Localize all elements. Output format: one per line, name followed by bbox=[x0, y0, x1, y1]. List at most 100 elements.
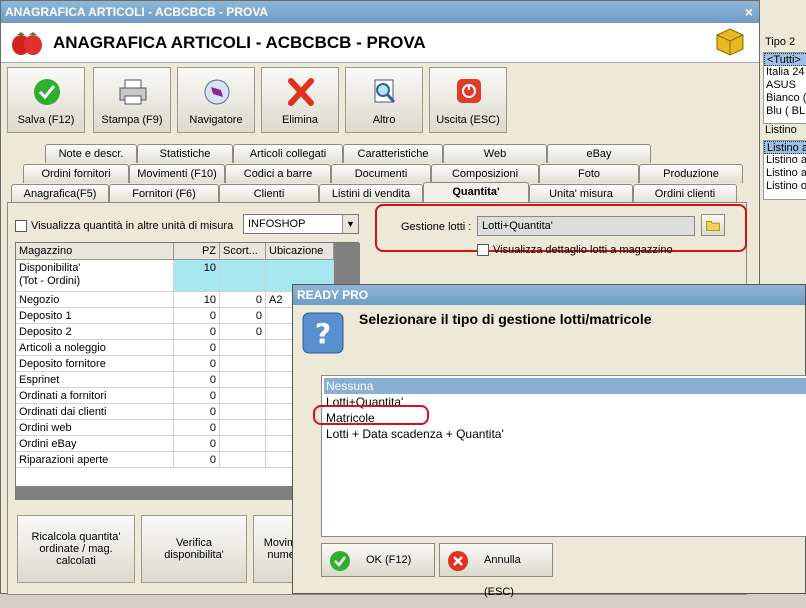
unit-select[interactable]: INFOSHOP ▼ bbox=[243, 214, 359, 234]
tab-web[interactable]: Web bbox=[443, 144, 547, 163]
tab-ordini-clienti[interactable]: Ordini clienti bbox=[633, 184, 737, 203]
strawberry-icon bbox=[12, 32, 42, 55]
window-title: ANAGRAFICA ARTICOLI - ACBCBCB - PROVA bbox=[5, 5, 269, 19]
header-title: ANAGRAFICA ARTICOLI - ACBCBCB - PROVA bbox=[53, 33, 426, 52]
tab-ebay[interactable]: eBay bbox=[547, 144, 651, 163]
tab-fornitori[interactable]: Fornitori (F6) bbox=[109, 184, 219, 203]
cell-scorta: 0 bbox=[220, 292, 266, 308]
tab-ordini-fornitori[interactable]: Ordini fornitori bbox=[23, 164, 129, 183]
tab-statistiche[interactable]: Statistiche bbox=[137, 144, 233, 163]
svg-text:?: ? bbox=[315, 317, 331, 350]
tipo-item[interactable]: Bianco ( bbox=[764, 92, 806, 105]
lotti-detail-checkbox[interactable] bbox=[477, 244, 489, 256]
row-name: Disponibilita' bbox=[19, 262, 81, 274]
cell-scorta bbox=[220, 436, 266, 452]
window-titlebar[interactable]: ANAGRAFICA ARTICOLI - ACBCBCB - PROVA × bbox=[1, 1, 759, 23]
tab-unita-misura[interactable]: Unita' misura bbox=[529, 184, 633, 203]
cancel-icon bbox=[448, 551, 468, 571]
verify-availability-button[interactable]: Verifica disponibilita' bbox=[141, 515, 247, 583]
exit-icon bbox=[457, 79, 481, 103]
form-header: ANAGRAFICA ARTICOLI - ACBCBCB - PROVA bbox=[1, 23, 759, 63]
more-label: Altro bbox=[372, 114, 396, 126]
col-magazzino[interactable]: Magazzino bbox=[16, 243, 174, 260]
option-lotti-scadenza[interactable]: Lotti + Data scadenza + Quantita' bbox=[324, 426, 806, 442]
tab-composizioni[interactable]: Composizioni bbox=[431, 164, 539, 183]
tipo-item[interactable]: ASUS bbox=[764, 79, 806, 92]
cell-magazzino: Deposito 2 bbox=[16, 324, 174, 340]
tab-quantita[interactable]: Quantita' bbox=[423, 182, 529, 203]
delete-x-icon bbox=[288, 78, 314, 106]
cell-pz: 0 bbox=[174, 420, 220, 436]
chevron-down-icon[interactable]: ▼ bbox=[342, 215, 358, 233]
listino-item[interactable]: Listino a bbox=[764, 167, 806, 180]
tab-listini[interactable]: Listini di vendita bbox=[319, 184, 423, 203]
cancel-button[interactable]: Annulla (ESC) bbox=[439, 543, 553, 598]
recalc-button[interactable]: Ricalcola quantita' ordinate / mag. calc… bbox=[17, 515, 135, 583]
tab-movimenti[interactable]: Movimenti (F10) bbox=[129, 164, 225, 183]
cell-magazzino: Ordini eBay bbox=[16, 436, 174, 452]
cell-pz: 0 bbox=[174, 308, 220, 324]
more-button[interactable]: Altro bbox=[345, 67, 423, 133]
cell-magazzino: Esprinet bbox=[16, 372, 174, 388]
navigator-label: Navigatore bbox=[189, 114, 243, 126]
tipo-item[interactable]: Italia 24 bbox=[764, 66, 806, 79]
cell-scorta bbox=[220, 260, 266, 292]
search-doc-icon bbox=[374, 79, 396, 103]
check-icon bbox=[330, 551, 350, 571]
col-ubicazione[interactable]: Ubicazione bbox=[266, 243, 334, 260]
listino-list[interactable]: Listino al Listino al Listino a Listino … bbox=[763, 140, 806, 200]
cell-scorta bbox=[220, 404, 266, 420]
print-button[interactable]: Stampa (F9) bbox=[93, 67, 171, 133]
tab-anagrafica[interactable]: Anagrafica(F5) bbox=[11, 184, 109, 203]
tab-produzione[interactable]: Produzione bbox=[639, 164, 743, 183]
listino-item[interactable]: Listino al bbox=[764, 141, 806, 154]
question-icon: ? bbox=[302, 312, 344, 354]
navigator-button[interactable]: Navigatore bbox=[177, 67, 255, 133]
cell-scorta bbox=[220, 372, 266, 388]
cell-scorta bbox=[220, 452, 266, 468]
print-label: Stampa (F9) bbox=[101, 114, 163, 126]
unit-select-value: INFOSHOP bbox=[248, 218, 306, 230]
listino-label: Listino bbox=[765, 124, 797, 136]
cell-pz: 0 bbox=[174, 340, 220, 356]
cell-scorta bbox=[220, 388, 266, 404]
listino-item[interactable]: Listino al bbox=[764, 154, 806, 167]
cell-magazzino: Articoli a noleggio bbox=[16, 340, 174, 356]
ok-button[interactable]: OK (F12) bbox=[321, 543, 435, 577]
alt-units-checkbox[interactable] bbox=[15, 220, 27, 232]
cell-magazzino: Disponibilita' (Tot - Ordini) bbox=[16, 260, 174, 292]
close-icon[interactable]: × bbox=[745, 1, 753, 23]
tab-note[interactable]: Note e descr. bbox=[45, 144, 137, 163]
cell-scorta: 0 bbox=[220, 324, 266, 340]
tipo-item[interactable]: <Tutti> bbox=[764, 53, 806, 66]
delete-button[interactable]: Elimina bbox=[261, 67, 339, 133]
cell-pz: 0 bbox=[174, 436, 220, 452]
cell-scorta bbox=[220, 420, 266, 436]
col-scorta[interactable]: Scort... bbox=[220, 243, 266, 260]
col-pz[interactable]: PZ bbox=[174, 243, 220, 260]
cell-magazzino: Ordini web bbox=[16, 420, 174, 436]
cell-magazzino: Ordinati dai clienti bbox=[16, 404, 174, 420]
option-nessuna[interactable]: Nessuna bbox=[324, 378, 806, 394]
tab-foto[interactable]: Foto bbox=[539, 164, 639, 183]
row-subname: (Tot - Ordini) bbox=[19, 275, 81, 287]
tab-codici-barre[interactable]: Codici a barre bbox=[225, 164, 331, 183]
cell-pz: 0 bbox=[174, 404, 220, 420]
save-button[interactable]: Salva (F12) bbox=[7, 67, 85, 133]
tipo-list[interactable]: <Tutti> Italia 24 ASUS Bianco ( Blu ( BL… bbox=[763, 52, 806, 124]
cancel-label: Annulla (ESC) bbox=[484, 554, 521, 598]
tab-documenti[interactable]: Documenti bbox=[331, 164, 431, 183]
exit-button[interactable]: Uscita (ESC) bbox=[429, 67, 507, 133]
tipo-item[interactable]: Blu ( BL ) bbox=[764, 105, 806, 118]
lot-type-list[interactable]: Nessuna Lotti+Quantita' Matricole Lotti … bbox=[321, 375, 806, 537]
tab-clienti[interactable]: Clienti bbox=[219, 184, 319, 203]
cell-pz: 0 bbox=[174, 324, 220, 340]
cell-magazzino: Deposito 1 bbox=[16, 308, 174, 324]
dialog-question: Selezionare il tipo di gestione lotti/ma… bbox=[359, 311, 652, 327]
dialog-title: READY PRO bbox=[293, 285, 805, 305]
cell-pz: 0 bbox=[174, 452, 220, 468]
listino-item[interactable]: Listino of bbox=[764, 180, 806, 193]
tab-articoli-collegati[interactable]: Articoli collegati bbox=[233, 144, 343, 163]
tab-caratteristiche[interactable]: Caratteristiche bbox=[343, 144, 443, 163]
ok-label: OK (F12) bbox=[366, 554, 412, 566]
